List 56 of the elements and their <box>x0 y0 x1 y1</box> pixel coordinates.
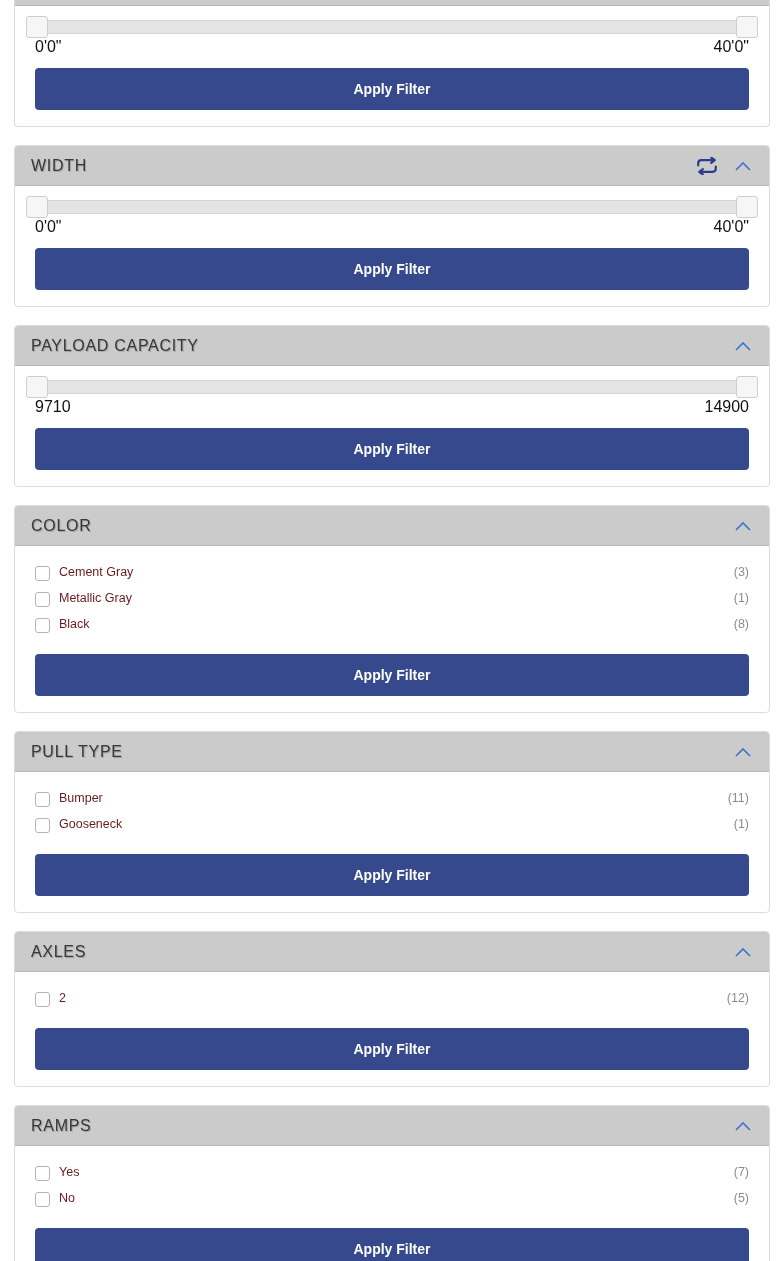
checkbox[interactable] <box>35 992 50 1007</box>
option-count: (1) <box>733 590 749 606</box>
range-min-label: 0'0" <box>35 38 62 56</box>
checkbox[interactable] <box>35 792 50 807</box>
section-title: AXLES <box>31 942 87 961</box>
range-max-label: 40'0" <box>713 38 749 56</box>
checkbox[interactable] <box>35 1192 50 1207</box>
option-count: (11) <box>727 790 749 806</box>
range-max-label: 40'0" <box>713 218 749 236</box>
checkbox[interactable] <box>35 592 50 607</box>
checkbox[interactable] <box>35 566 50 581</box>
option-count: (3) <box>733 564 749 580</box>
chevron-up-icon[interactable] <box>735 746 751 757</box>
checkbox[interactable] <box>35 618 50 633</box>
option-label[interactable]: Bumper <box>59 790 103 806</box>
option-label[interactable]: Metallic Gray <box>59 590 132 606</box>
option-label[interactable]: Cement Gray <box>59 564 134 580</box>
slider-handle[interactable] <box>26 376 48 398</box>
apply-filter-button[interactable]: Apply Filter <box>35 428 749 470</box>
section-title: PULL TYPE <box>31 742 123 761</box>
section-title: WIDTH <box>31 156 87 175</box>
option-label[interactable]: 2 <box>59 990 66 1006</box>
range-max-label: 14900 <box>704 398 749 416</box>
slider-handle[interactable] <box>26 16 48 38</box>
option-count: (8) <box>733 616 749 632</box>
chevron-up-icon[interactable] <box>735 520 751 531</box>
slider-handle[interactable] <box>26 196 48 218</box>
option-count: (12) <box>726 990 749 1006</box>
apply-filter-button[interactable]: Apply Filter <box>35 248 749 290</box>
chevron-up-icon[interactable] <box>735 946 751 957</box>
apply-filter-button[interactable]: Apply Filter <box>35 68 749 110</box>
chevron-up-icon[interactable] <box>735 1120 751 1131</box>
section-title: PAYLOAD CAPACITY <box>31 336 199 355</box>
chevron-up-icon[interactable] <box>735 340 751 351</box>
option-count: (5) <box>733 1190 749 1206</box>
swap-arrows-icon[interactable] <box>696 156 718 175</box>
option-count: (7) <box>733 1164 749 1180</box>
checkbox[interactable] <box>35 1166 50 1181</box>
option-label[interactable]: Black <box>59 616 90 632</box>
apply-filter-button[interactable]: Apply Filter <box>35 654 749 696</box>
apply-filter-button[interactable]: Apply Filter <box>35 1228 749 1261</box>
option-label[interactable]: No <box>59 1190 75 1206</box>
apply-filter-button[interactable]: Apply Filter <box>35 1028 749 1070</box>
apply-filter-button[interactable]: Apply Filter <box>35 854 749 896</box>
range-min-label: 0'0" <box>35 218 62 236</box>
section-title: RAMPS <box>31 1116 92 1135</box>
range-min-label: 9710 <box>35 398 71 416</box>
slider-handle[interactable] <box>736 196 758 218</box>
checkbox[interactable] <box>35 818 50 833</box>
slider-handle[interactable] <box>736 16 758 38</box>
option-label[interactable]: Yes <box>59 1164 80 1180</box>
section-title: COLOR <box>31 516 92 535</box>
chevron-up-icon[interactable] <box>735 160 751 171</box>
option-label[interactable]: Gooseneck <box>59 816 123 832</box>
option-count: (1) <box>733 816 749 832</box>
slider-handle[interactable] <box>736 376 758 398</box>
